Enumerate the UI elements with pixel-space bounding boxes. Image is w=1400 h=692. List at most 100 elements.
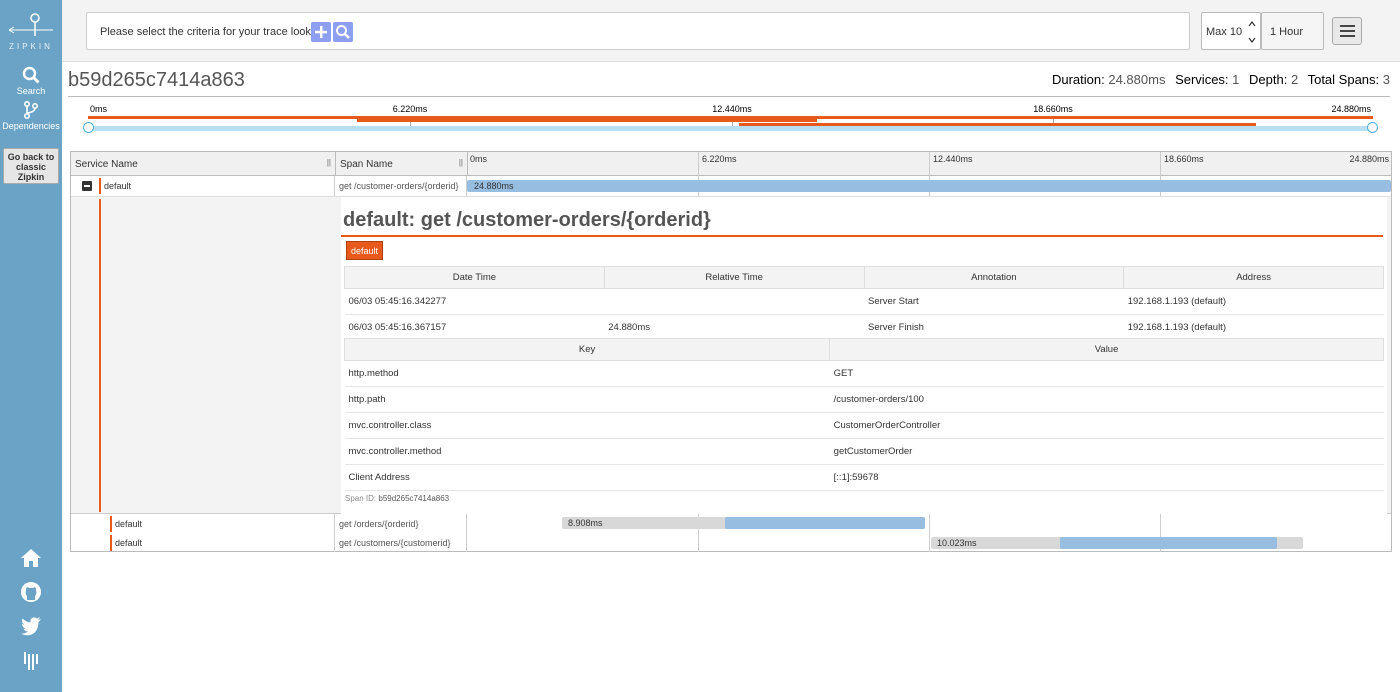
annotation-cell: 192.168.1.193 (default)	[1123, 314, 1384, 341]
tick-label: 0ms	[470, 154, 488, 164]
tag-row: mvc.controller.method getCustomerOrder	[344, 438, 1384, 465]
tick-label: 18.660ms	[1164, 154, 1204, 164]
nav-search[interactable]: Search	[0, 66, 62, 96]
zipkin-logo[interactable]: ZIPKIN	[0, 12, 62, 51]
tag-cell: GET	[829, 360, 1384, 387]
annotation-row: 06/03 05:45:16.342277 Server Start 192.168…	[344, 288, 1384, 315]
minimap-tick-label: 6.220ms	[392, 104, 428, 114]
annotation-column-header: Address	[1123, 266, 1384, 289]
nav-dependencies[interactable]: Dependencies	[0, 101, 62, 131]
trace-minimap[interactable]: 0ms 6.220ms 12.440ms 18.660ms 24.880ms	[68, 98, 1390, 138]
minimap-tick-label: 18.660ms	[1033, 104, 1073, 114]
span-id: Span ID: b59d265c7414a863	[345, 494, 449, 503]
trace-summary: Duration: 24.880ms Services: 1 Depth: 2 …	[1052, 72, 1390, 87]
github-icon[interactable]	[19, 580, 43, 604]
logo-text: ZIPKIN	[9, 42, 53, 51]
annotation-cell: 24.880ms	[604, 314, 864, 341]
span-detail: default: get /customer-orders/{orderid} …	[341, 197, 1384, 509]
tag-cell: http.path	[344, 386, 830, 413]
resize-handle-icon[interactable]: ||	[327, 158, 331, 167]
tags-table: Key Value http.method GET http.path/custome…	[343, 338, 1384, 491]
service-color-marker	[99, 178, 101, 194]
annotation-cell: 06/03 05:45:16.342277	[344, 288, 605, 315]
annotation-column-header: Date Time	[344, 266, 605, 289]
detail-title-underline	[341, 235, 1383, 237]
minimap-span-bar	[356, 117, 817, 122]
span-bar[interactable]	[725, 517, 925, 529]
zipkin-logo-icon	[8, 13, 53, 36]
depth-label: Depth:	[1249, 72, 1288, 87]
tag-cell: [::1]:59678	[829, 464, 1384, 491]
annotation-cell: Server Finish	[864, 314, 1124, 341]
annotation-cell: 192.168.1.193 (default)	[1123, 288, 1384, 315]
spans-value: 3	[1382, 72, 1390, 87]
tick-label: 6.220ms	[702, 154, 737, 164]
row-service-name: default	[104, 181, 132, 191]
lookback-select[interactable]: 1 Hour	[1261, 12, 1324, 50]
service-badge[interactable]: default	[346, 241, 384, 260]
tag-column-header: Key	[343, 338, 831, 361]
lookback-value: 1 Hour	[1270, 26, 1304, 38]
row-span-name: get /customer-orders/{orderid}	[339, 181, 459, 191]
span-duration-label: 24.880ms	[474, 181, 514, 191]
search-button[interactable]	[333, 22, 353, 42]
tag-cell: mvc.controller.method	[344, 438, 830, 465]
service-color-marker	[99, 199, 101, 512]
criteria-placeholder: Please select the criteria for your trac…	[100, 26, 327, 38]
tag-cell: Client Address	[344, 464, 830, 491]
minimap-tick-label: 0ms	[90, 104, 108, 114]
minimap-track[interactable]	[88, 126, 1373, 131]
span-id-value: b59d265c7414a863	[378, 494, 450, 503]
col-service-label: Service Name	[75, 159, 138, 170]
depth-value: 2	[1290, 72, 1299, 87]
add-criteria-button[interactable]	[311, 22, 331, 42]
row-span-name: get /orders/{orderid}	[339, 519, 419, 529]
stepper-arrows-icon[interactable]	[1248, 20, 1256, 44]
span-duration-label: 10.023ms	[937, 538, 977, 548]
collapse-icon[interactable]	[82, 181, 92, 191]
menu-button[interactable]	[1332, 17, 1362, 45]
row-service-name: default	[115, 538, 143, 548]
tag-cell: http.method	[344, 360, 830, 387]
twitter-icon[interactable]	[19, 614, 43, 638]
spans-label: Total Spans:	[1307, 72, 1380, 87]
sidebar: ZIPKIN Search Dependencies Go back to cl…	[0, 0, 62, 692]
annotation-column-header: Relative Time	[603, 266, 865, 289]
minimap-tick-label: 24.880ms	[1331, 104, 1371, 114]
tag-column-header: Value	[829, 338, 1384, 361]
annotation-cell	[604, 288, 864, 315]
tick-label: 24.880ms	[1349, 154, 1389, 164]
criteria-input[interactable]: Please select the criteria for your trac…	[86, 12, 1190, 50]
span-bar[interactable]	[1060, 537, 1277, 549]
trace-id: b59d265c7414a863	[68, 69, 245, 91]
service-color-marker	[110, 516, 112, 532]
duration-value: 24.880ms	[1108, 72, 1166, 87]
tag-row: Client Address [::1]:59678	[344, 464, 1384, 491]
search-icon	[22, 66, 40, 84]
resize-handle-icon[interactable]: ||	[459, 158, 463, 167]
minimap-handle-left[interactable]	[83, 122, 94, 133]
home-icon[interactable]	[19, 546, 43, 570]
minimap-handle-right[interactable]	[1367, 122, 1378, 133]
annotation-cell: 06/03 05:45:16.367157	[344, 314, 605, 341]
annotation-cell: Server Start	[864, 288, 1124, 315]
span-id-label: Span ID:	[345, 494, 377, 503]
services-value: 1	[1232, 72, 1240, 87]
detail-title: default: get /customer-orders/{orderid}	[343, 209, 711, 231]
tag-row: http.path/customer-orders/100	[344, 386, 1384, 413]
span-bar[interactable]	[467, 180, 1391, 192]
tag-cell: /customer-orders/100	[829, 386, 1384, 413]
tag-row: mvc.controller.class CustomerOrderControl…	[344, 412, 1384, 439]
search-bar: Please select the criteria for your trac…	[62, 0, 1400, 62]
limit-stepper[interactable]: Max 10	[1201, 12, 1261, 50]
tag-cell: mvc.controller.class	[344, 412, 830, 439]
dependencies-icon	[24, 101, 39, 119]
gitter-icon[interactable]	[19, 648, 43, 672]
classic-zipkin-button[interactable]: Go back to classic Zipkin	[3, 148, 59, 184]
nav-search-label: Search	[16, 86, 46, 96]
col-service-header[interactable]: Service Name ||	[71, 152, 335, 176]
col-span-header[interactable]: Span Name ||	[335, 152, 467, 176]
header-divider	[68, 96, 1390, 97]
tag-row: http.method GET	[344, 360, 1384, 387]
tick-label: 12.440ms	[933, 154, 973, 164]
